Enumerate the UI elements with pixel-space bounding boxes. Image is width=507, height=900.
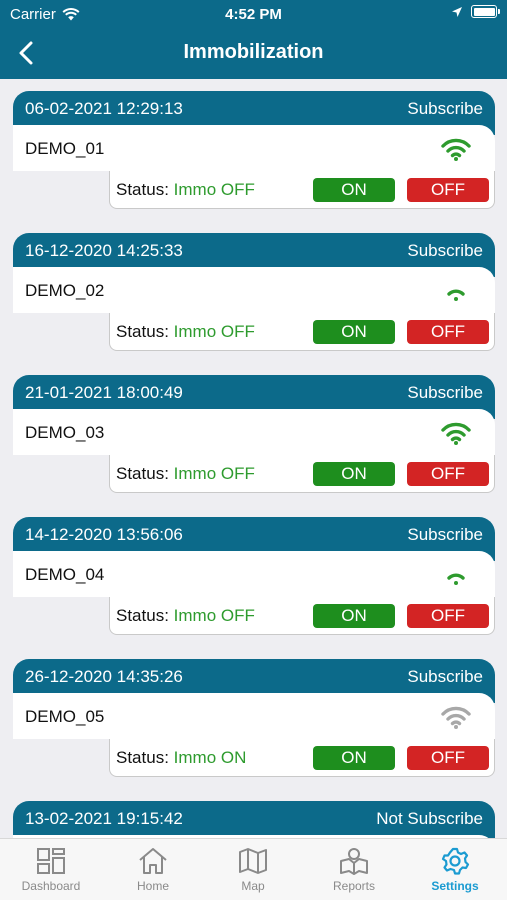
wifi-offline-icon <box>441 706 471 729</box>
tab-label: Map <box>241 879 265 893</box>
map-icon <box>239 848 267 874</box>
vehicle-card: 14-12-2020 13:56:06 Subscribe DEMO_04 St… <box>13 517 495 635</box>
immo-off-button[interactable]: OFF <box>407 604 489 628</box>
tab-label: Home <box>136 879 169 893</box>
subscribe-link[interactable]: Subscribe <box>407 525 483 545</box>
status-row: Status: Immo ON ON OFF <box>109 739 495 777</box>
status-text: Status: Immo OFF <box>116 322 255 342</box>
immo-off-button[interactable]: OFF <box>407 462 489 486</box>
vehicle-name: DEMO_04 <box>25 565 105 584</box>
vehicle-name: DEMO_05 <box>25 707 105 726</box>
status-value: Immo OFF <box>173 180 255 199</box>
status-bar: Carrier 4:52 PM <box>0 0 507 28</box>
status-text: Status: Immo OFF <box>116 606 255 626</box>
vehicle-list[interactable]: 06-02-2021 12:29:13 Subscribe DEMO_01 St… <box>0 79 507 838</box>
status-label: Status: <box>116 464 169 483</box>
status-label: Status: <box>116 748 169 767</box>
vehicle-name: DEMO_03 <box>25 423 105 442</box>
card-body: DEMO_01 <box>13 125 495 171</box>
status-row: Status: Immo OFF ON OFF <box>109 313 495 351</box>
settings-icon <box>441 847 470 875</box>
page-title: Immobilization <box>183 41 324 63</box>
wifi-strong-icon <box>441 422 471 445</box>
status-label: Status: <box>116 322 169 341</box>
tab-settings[interactable]: Settings <box>415 847 495 893</box>
vehicle-card: 13-02-2021 19:15:42 Not Subscribe <box>13 801 495 838</box>
battery-icon <box>471 5 500 18</box>
dashboard-icon <box>37 848 65 874</box>
subscribe-link[interactable]: Subscribe <box>407 383 483 403</box>
immo-on-button[interactable]: ON <box>313 604 395 628</box>
vehicle-name: DEMO_02 <box>25 281 105 300</box>
clock: 4:52 PM <box>225 6 282 23</box>
location-arrow-icon <box>452 6 462 17</box>
tab-map[interactable]: Map <box>213 847 293 893</box>
card-date: 13-02-2021 19:15:42 <box>25 809 183 828</box>
subscribe-link[interactable]: Subscribe <box>407 241 483 261</box>
nav-bar: Immobilization <box>0 28 507 79</box>
subscribe-link[interactable]: Not Subscribe <box>376 809 483 829</box>
card-date: 21-01-2021 18:00:49 <box>25 383 183 402</box>
status-text: Status: Immo ON <box>116 748 246 768</box>
status-value: Immo OFF <box>173 464 255 483</box>
card-body: DEMO_05 <box>13 693 495 739</box>
tab-reports[interactable]: Reports <box>314 847 394 893</box>
status-label: Status: <box>116 606 169 625</box>
vehicle-name: DEMO_01 <box>25 139 105 158</box>
status-row: Status: Immo OFF ON OFF <box>109 597 495 635</box>
tab-home[interactable]: Home <box>113 847 193 893</box>
status-value: Immo OFF <box>173 322 255 341</box>
wifi-strong-icon <box>441 138 471 161</box>
card-body: DEMO_02 <box>13 267 495 313</box>
status-row: Status: Immo OFF ON OFF <box>109 171 495 209</box>
status-text: Status: Immo OFF <box>116 464 255 484</box>
immo-off-button[interactable]: OFF <box>407 320 489 344</box>
tab-label: Settings <box>431 879 479 893</box>
immo-on-button[interactable]: ON <box>313 178 395 202</box>
immo-on-button[interactable]: ON <box>313 462 395 486</box>
tab-dashboard[interactable]: Dashboard <box>11 847 91 893</box>
status-value: Immo OFF <box>173 606 255 625</box>
status-bar-right <box>451 5 500 18</box>
immo-on-button[interactable]: ON <box>313 320 395 344</box>
card-body: DEMO_04 <box>13 551 495 597</box>
status-text: Status: Immo OFF <box>116 180 255 200</box>
vehicle-card: 26-12-2020 14:35:26 Subscribe DEMO_05 St… <box>13 659 495 777</box>
wifi-weak-icon <box>447 573 465 585</box>
card-date: 16-12-2020 14:25:33 <box>25 241 183 260</box>
card-header: 13-02-2021 19:15:42 Not Subscribe <box>13 801 495 838</box>
card-date: 06-02-2021 12:29:13 <box>25 99 183 118</box>
home-icon <box>139 848 167 874</box>
wifi-weak-icon <box>447 289 465 301</box>
status-row: Status: Immo OFF ON OFF <box>109 455 495 493</box>
vehicle-card: 21-01-2021 18:00:49 Subscribe DEMO_03 St… <box>13 375 495 493</box>
vehicle-card: 16-12-2020 14:25:33 Subscribe DEMO_02 St… <box>13 233 495 351</box>
tab-label: Reports <box>332 879 376 893</box>
reports-icon <box>340 848 368 875</box>
status-value: Immo ON <box>173 748 247 767</box>
card-date: 14-12-2020 13:56:06 <box>25 525 183 544</box>
vehicle-card: 06-02-2021 12:29:13 Subscribe DEMO_01 St… <box>13 91 495 209</box>
immo-off-button[interactable]: OFF <box>407 178 489 202</box>
subscribe-link[interactable]: Subscribe <box>407 667 483 687</box>
immo-off-button[interactable]: OFF <box>407 746 489 770</box>
status-label: Status: <box>116 180 169 199</box>
tab-bar: Dashboard Home Map Reports Settings <box>0 838 507 900</box>
card-date: 26-12-2020 14:35:26 <box>25 667 183 686</box>
immo-on-button[interactable]: ON <box>313 746 395 770</box>
tab-label: Dashboard <box>21 879 81 893</box>
card-body: DEMO_03 <box>13 409 495 455</box>
subscribe-link[interactable]: Subscribe <box>407 99 483 119</box>
